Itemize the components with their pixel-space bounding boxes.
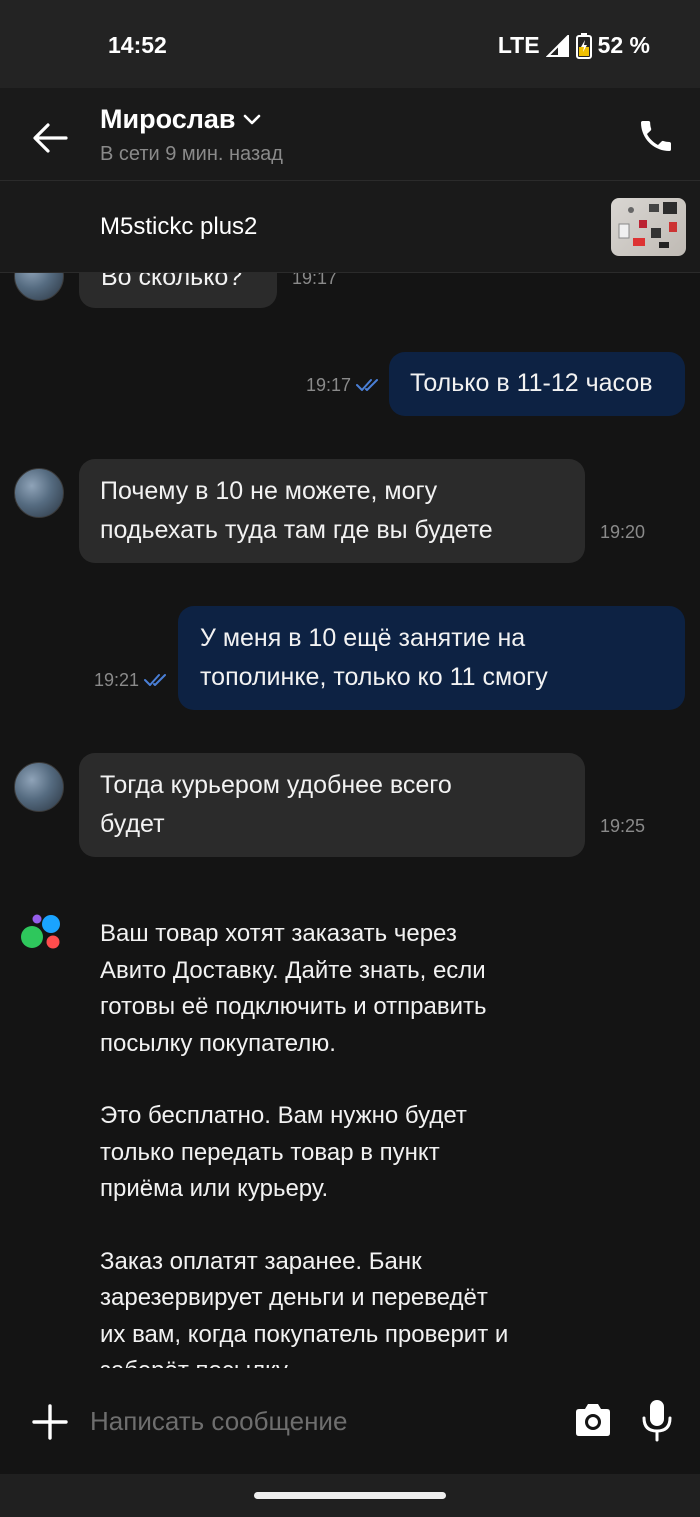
listing-title: M5stickc plus2 [100, 213, 258, 240]
message-time: 19:20 [600, 522, 646, 542]
avatar[interactable] [14, 468, 64, 518]
plus-icon[interactable] [30, 1402, 70, 1442]
avatar[interactable] [14, 273, 64, 301]
incoming-message[interactable]: Почему в 10 не можете, могу подьехать ту… [79, 459, 585, 563]
system-nav-bar [0, 1474, 700, 1517]
message-list[interactable]: Во сколько? 19:17 19:17 Только в 11-12 ч… [0, 273, 700, 1368]
camera-icon[interactable] [572, 1400, 614, 1440]
message-input[interactable] [90, 1398, 550, 1444]
message-text: Во сколько? [101, 273, 243, 291]
message-text: Только в 11-12 часов [410, 369, 653, 397]
system-line: готовы её подключить и отправить [100, 993, 487, 1020]
system-line: Ваш товар хотят заказать через [100, 920, 457, 947]
back-arrow-icon[interactable] [30, 118, 70, 158]
signal-icon [545, 34, 569, 57]
outgoing-message[interactable]: Только в 11-12 часов [389, 352, 685, 416]
system-line: заберёт посылку. [100, 1353, 600, 1368]
message-line: Почему в 10 не можете, могу [100, 477, 438, 505]
avatar[interactable] [14, 762, 64, 812]
avito-logo-icon [21, 914, 60, 949]
incoming-message[interactable]: Во сколько? [79, 273, 277, 308]
contact-name: Мирослав [100, 104, 236, 134]
system-line: Авито Доставку. Дайте знать, если [100, 956, 486, 984]
chevron-down-icon [243, 114, 260, 124]
system-paragraph: Это бесплатно. Вам нужно будет только пе… [100, 1098, 600, 1208]
system-line: только передать товар в пункт [100, 1138, 440, 1166]
read-ticks-icon [144, 674, 166, 686]
system-line: зарезервирует деньги и переведёт [100, 1284, 488, 1311]
status-time: 14:52 [108, 32, 167, 58]
message-time: 19:25 [600, 816, 646, 836]
outgoing-message[interactable]: У меня в 10 ещё занятие на тополинке, то… [178, 606, 685, 710]
battery-level: 52 % [597, 32, 650, 58]
listing-thumbnail[interactable] [611, 198, 686, 256]
message-line: подьехать туда там где вы будете [100, 516, 493, 544]
system-line: Заказ оплатят заранее. Банк [100, 1247, 422, 1275]
system-line: их вам, когда покупатель проверит и [100, 1320, 509, 1348]
status-indicators: LTE 52 % [498, 32, 650, 59]
read-ticks-icon [356, 379, 378, 391]
delivery-system-message: Ваш товар хотят заказать через Авито Дос… [100, 916, 600, 1368]
message-line: будет [100, 810, 165, 838]
system-paragraph: Ваш товар хотят заказать через Авито Дос… [100, 916, 600, 1062]
message-time: 19:21 [94, 670, 140, 690]
system-line: Это бесплатно. Вам нужно будет [100, 1102, 467, 1129]
battery-icon [575, 32, 592, 59]
message-time: 19:17 [292, 273, 338, 288]
message-line: У меня в 10 ещё занятие на [200, 624, 526, 652]
phone-icon[interactable] [636, 116, 676, 156]
message-line: тополинке, только ко 11 смогу [200, 663, 548, 691]
contact-name-button[interactable]: Мирослав [100, 104, 262, 135]
home-indicator[interactable] [254, 1492, 446, 1499]
mic-icon[interactable] [640, 1398, 674, 1442]
listing-bar[interactable]: M5stickc plus2 [0, 181, 700, 273]
system-paragraph: Заказ оплатят заранее. Банк зарезервируе… [100, 1244, 600, 1369]
network-type: LTE [497, 32, 540, 58]
incoming-message[interactable]: Тогда курьером удобнее всего будет [79, 753, 585, 857]
message-line: Тогда курьером удобнее всего [100, 771, 452, 799]
message-time: 19:17 [306, 375, 352, 395]
system-line: приёма или курьеру. [100, 1175, 329, 1202]
chat-header: Мирослав В сети 9 мин. назад [0, 88, 700, 181]
message-composer [0, 1368, 700, 1474]
contact-status: В сети 9 мин. назад [100, 143, 283, 165]
system-line: посылку покупателю. [100, 1029, 336, 1057]
status-bar: 14:52 LTE 52 % [0, 0, 700, 88]
